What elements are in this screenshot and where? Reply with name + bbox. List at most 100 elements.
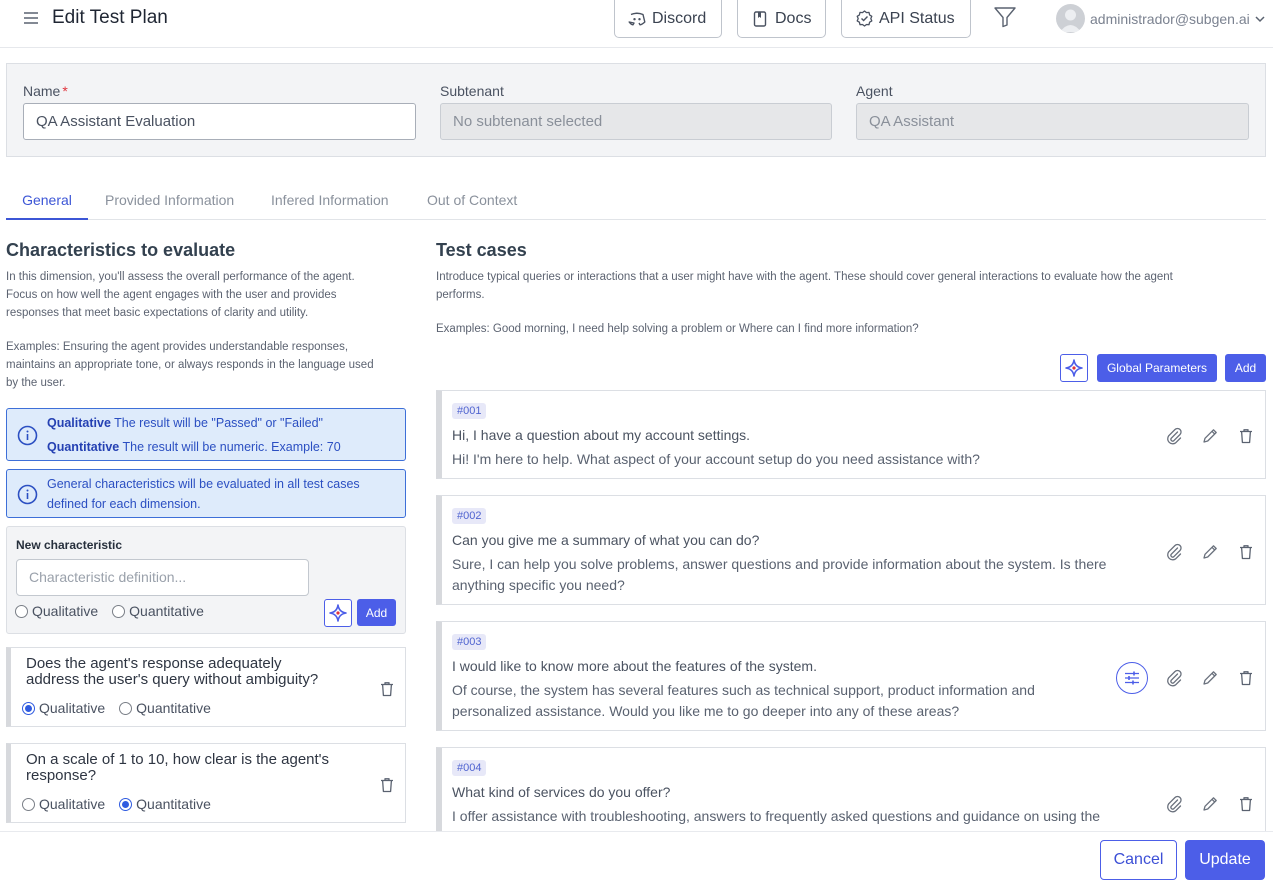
paperclip-icon[interactable] [1164, 426, 1184, 446]
dimension-tabs: General Provided Information Infered Inf… [6, 182, 1266, 220]
test-case-answer: Hi! I'm here to help. What aspect of you… [452, 451, 980, 467]
tab-out-of-context[interactable]: Out of Context [427, 182, 517, 220]
tab-infered-information[interactable]: Infered Information [271, 182, 389, 220]
test-case-answer: Sure, I can help you solve problems, ans… [452, 556, 1107, 593]
paperclip-icon[interactable] [1164, 542, 1184, 562]
radio-quantitative[interactable] [119, 797, 133, 811]
add-characteristic-button[interactable]: Add [357, 599, 396, 626]
discord-button[interactable]: Discord [614, 0, 722, 38]
api-status-button-label: API Status [879, 9, 955, 27]
characteristics-title: Characteristics to evaluate [6, 240, 236, 260]
general-characteristics-info: General characteristics will be evaluate… [6, 469, 406, 518]
trash-icon[interactable] [1236, 542, 1256, 562]
sliders-icon [1124, 671, 1140, 685]
top-bar: Edit Test Plan Discord Docs API Status a… [0, 0, 1273, 48]
cancel-button[interactable]: Cancel [1100, 840, 1177, 880]
subtenant-label: Subtenant [440, 83, 504, 99]
paperclip-icon[interactable] [1164, 794, 1184, 814]
ai-generate-test-cases-button[interactable] [1060, 354, 1088, 382]
pencil-icon[interactable] [1200, 542, 1220, 562]
test-case-question: Hi, I have a question about my account s… [452, 427, 751, 443]
info-icon [17, 425, 38, 446]
characteristic-question: Does the agent's response adequately add… [26, 655, 319, 688]
filter-icon[interactable] [993, 6, 1017, 28]
quantitative-info-label: Quantitative [47, 440, 120, 454]
sparkle-icon [329, 604, 347, 622]
radio-quantitative[interactable] [119, 701, 133, 715]
test-case-answer: Of course, the system has several featur… [452, 682, 1035, 719]
quantitative-info-text: The result will be numeric. Example: 70 [122, 440, 341, 454]
footer-bar [0, 831, 1273, 883]
result-type-info: Qualitative The result will be "Passed" … [6, 408, 406, 461]
discord-button-label: Discord [652, 9, 707, 27]
test-case-card: #003 I would like to know more about the… [436, 621, 1266, 731]
test-cases-description: Introduce typical queries or interaction… [436, 271, 1173, 335]
subtenant-select: No subtenant selected [440, 103, 832, 140]
radio-qualitative[interactable] [22, 701, 35, 715]
test-case-card: #002 Can you give me a summary of what y… [436, 495, 1266, 605]
global-parameters-button[interactable]: Global Parameters [1097, 354, 1217, 382]
test-case-id-badge: #002 [452, 508, 487, 524]
sparkle-icon [1065, 359, 1083, 377]
hamburger-menu-icon[interactable] [21, 9, 41, 27]
tab-general[interactable]: General [6, 182, 88, 220]
test-cases-title: Test cases [436, 240, 527, 260]
avatar [1056, 4, 1085, 33]
docs-button-label: Docs [775, 9, 812, 27]
ai-generate-characteristic-button[interactable] [324, 599, 352, 627]
test-case-id-badge: #003 [452, 634, 487, 650]
characteristic-type: Qualitative Quantitative [22, 796, 211, 812]
characteristic-card: Does the agent's response adequately add… [6, 647, 406, 727]
agent-field-group: Agent QA Assistant [856, 80, 1249, 140]
new-characteristic-panel: New characteristic Characteristic defini… [6, 526, 406, 634]
discord-icon [628, 10, 646, 28]
radio-qualitative[interactable] [22, 797, 35, 811]
update-button[interactable]: Update [1185, 840, 1265, 880]
test-case-id-badge: #001 [452, 403, 487, 419]
tab-provided-information[interactable]: Provided Information [105, 182, 234, 220]
radio-quantitative[interactable] [112, 604, 126, 618]
qualitative-info-label: Qualitative [47, 416, 111, 430]
pencil-icon[interactable] [1200, 426, 1220, 446]
test-case-id-badge: #004 [452, 760, 487, 776]
radio-qualitative[interactable] [15, 604, 28, 618]
plan-details-panel: Name * QA Assistant Evaluation Subtenant … [6, 63, 1266, 157]
qualitative-info-text: The result will be "Passed" or "Failed" [114, 416, 323, 430]
characteristic-definition-input[interactable]: Characteristic definition... [16, 559, 309, 596]
trash-icon[interactable] [1236, 668, 1256, 688]
pencil-icon[interactable] [1200, 668, 1220, 688]
pencil-icon[interactable] [1200, 794, 1220, 814]
user-menu[interactable]: administrador@subgen.ai [1056, 4, 1265, 33]
subtenant-field-group: Subtenant No subtenant selected [440, 80, 832, 140]
characteristic-card: On a scale of 1 to 10, how clear is the … [6, 743, 406, 823]
radio-quantitative-label: Quantitative [129, 603, 204, 619]
paperclip-icon[interactable] [1164, 668, 1184, 688]
test-case-card: #001 Hi, I have a question about my acco… [436, 390, 1266, 479]
check-badge-icon [855, 10, 873, 28]
trash-icon[interactable] [380, 681, 394, 697]
parameters-button[interactable] [1116, 662, 1148, 694]
characteristic-type: Qualitative Quantitative [22, 700, 211, 716]
info-icon [17, 484, 38, 505]
characteristic-question: On a scale of 1 to 10, how clear is the … [26, 751, 330, 784]
test-case-answer: I offer assistance with troubleshooting,… [452, 808, 1101, 824]
trash-icon[interactable] [1236, 426, 1256, 446]
user-email: administrador@subgen.ai [1090, 10, 1250, 27]
name-field-group: Name * QA Assistant Evaluation [23, 80, 416, 140]
required-mark: * [62, 83, 68, 99]
test-case-question: Can you give me a summary of what you ca… [452, 532, 760, 548]
docs-button[interactable]: Docs [737, 0, 826, 38]
test-case-question: I would like to know more about the feat… [452, 658, 817, 674]
trash-icon[interactable] [380, 777, 394, 793]
radio-qualitative-label: Qualitative [32, 603, 99, 619]
agent-select: QA Assistant [856, 103, 1249, 140]
new-characteristic-title: New characteristic [16, 538, 123, 552]
general-info-line-1: General characteristics will be evaluate… [47, 477, 360, 491]
trash-icon[interactable] [1236, 794, 1256, 814]
api-status-button[interactable]: API Status [841, 0, 971, 38]
add-test-case-button[interactable]: Add [1225, 354, 1266, 382]
book-icon [751, 10, 769, 28]
characteristics-description: In this dimension, you'll assess the ove… [6, 271, 374, 389]
page-title: Edit Test Plan [52, 7, 168, 28]
name-input[interactable]: QA Assistant Evaluation [23, 103, 416, 140]
